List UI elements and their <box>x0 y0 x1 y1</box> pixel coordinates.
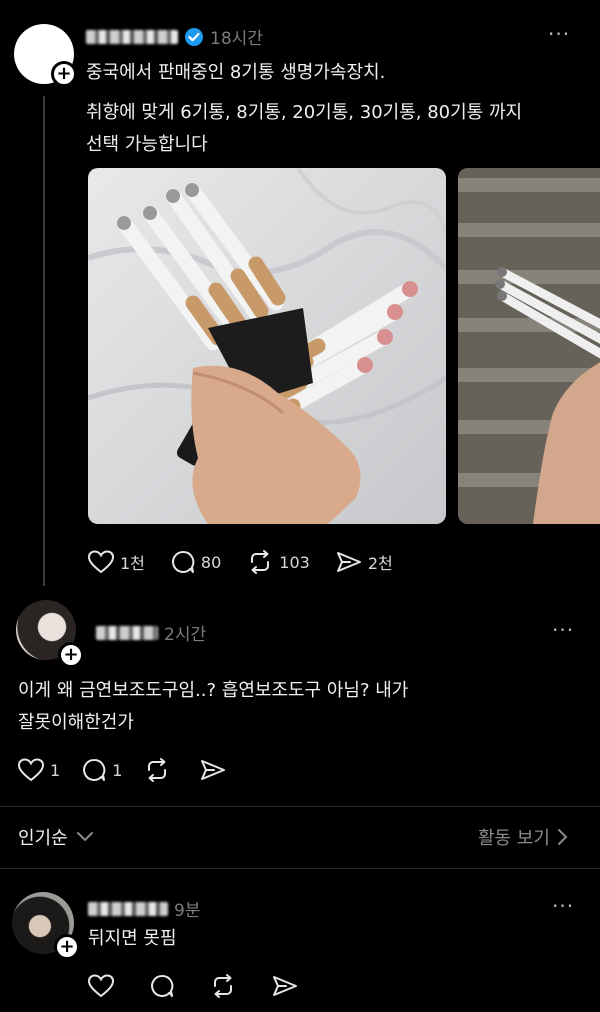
share-button[interactable] <box>200 758 226 782</box>
send-icon <box>336 552 361 572</box>
follow-plus-icon[interactable]: + <box>58 642 84 668</box>
post-time: 18시간 <box>210 29 263 49</box>
repost-count: 103 <box>279 552 310 572</box>
post-image-2[interactable] <box>458 168 600 524</box>
reply2-time: 9분 <box>174 901 201 921</box>
verified-badge-icon <box>185 27 203 46</box>
post-avatar-wrap[interactable]: + <box>14 24 77 87</box>
like-button[interactable]: 1 <box>18 758 60 782</box>
reply2-avatar-wrap[interactable]: + <box>12 892 80 960</box>
heart-icon <box>88 974 114 998</box>
username-redacted[interactable] <box>86 29 178 44</box>
share-button[interactable]: 2천 <box>336 550 393 574</box>
divider <box>0 806 600 807</box>
repost-icon <box>148 758 167 782</box>
chevron-right-icon <box>557 829 568 845</box>
like-count: 1 <box>50 760 61 780</box>
follow-plus-icon[interactable]: + <box>54 934 80 960</box>
repost-button[interactable]: 103 <box>247 550 310 574</box>
thread-line <box>43 96 45 586</box>
comment-button[interactable] <box>150 974 174 998</box>
like-button[interactable] <box>88 974 114 998</box>
heart-icon <box>18 758 44 782</box>
like-count: 1천 <box>120 554 145 573</box>
comment-bubble-icon <box>172 550 195 573</box>
reply2-header: 9분 <box>88 896 200 921</box>
post-text-line1: 중국에서 판매중인 8기통 생명가속장치. <box>86 62 386 83</box>
like-button[interactable]: 1천 <box>88 550 145 574</box>
post-header: 18시간 <box>86 24 263 49</box>
comment-count: 1 <box>112 760 123 780</box>
comment-bubble-icon <box>151 974 174 997</box>
more-options-icon[interactable]: ··· <box>552 894 574 918</box>
reply1-time: 2시간 <box>164 625 207 645</box>
cigarette-holder-photo <box>88 168 446 524</box>
more-options-icon[interactable]: ··· <box>548 22 570 46</box>
comment-button[interactable]: 80 <box>171 550 221 574</box>
reply1-actions: 1 1 <box>18 758 252 782</box>
repost-icon <box>214 974 232 998</box>
comment-bubble-icon <box>83 758 106 781</box>
activity-label: 활동 보기 <box>478 828 550 849</box>
heart-icon <box>88 550 114 574</box>
post-image-1[interactable] <box>88 168 446 524</box>
comment-button[interactable]: 1 <box>82 758 122 782</box>
divider <box>0 868 600 869</box>
sort-dropdown[interactable]: 인기순 <box>18 824 94 850</box>
share-count: 2천 <box>367 554 393 573</box>
username-redacted[interactable] <box>88 901 168 916</box>
reply2-actions <box>88 974 324 998</box>
send-icon <box>201 760 226 780</box>
repost-button[interactable] <box>210 974 236 998</box>
more-options-icon[interactable]: ··· <box>552 618 574 642</box>
post-text-line3: 선택 가능합니다 <box>86 134 208 155</box>
sort-label: 인기순 <box>18 828 68 849</box>
reply1-avatar-wrap[interactable]: + <box>16 600 84 668</box>
chevron-down-icon <box>76 832 93 842</box>
post-actions: 1천 80 103 2천 <box>88 550 419 574</box>
send-icon <box>273 976 297 996</box>
reply2-text: 뒤지면 못핌 <box>88 928 177 949</box>
comment-count: 80 <box>200 552 222 572</box>
repost-button[interactable] <box>144 758 170 782</box>
reply1-text-line2: 잘못이해한건가 <box>18 712 134 733</box>
post-text-line2: 취향에 맞게 6기통, 8기통, 20기통, 30기통, 80기통 까지 <box>86 102 523 123</box>
follow-plus-icon[interactable]: + <box>51 61 77 87</box>
username-redacted[interactable] <box>96 625 158 640</box>
share-button[interactable] <box>272 974 298 998</box>
activity-link[interactable]: 활동 보기 <box>478 824 568 850</box>
reply1-text-line1: 이게 왜 금연보조도구임..? 흡연보조도구 아님? 내가 <box>18 680 409 701</box>
stairs-photo <box>458 168 600 524</box>
repost-icon <box>251 550 270 574</box>
reply1-header: 2시간 <box>96 620 206 645</box>
